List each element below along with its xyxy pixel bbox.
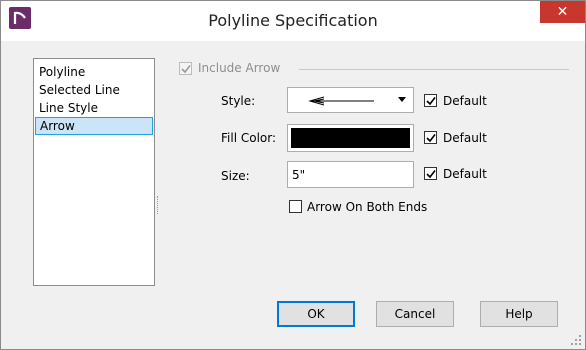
resize-grip-icon[interactable] [569, 333, 583, 347]
color-swatch [291, 128, 410, 148]
window-title: Polyline Specification [208, 11, 378, 30]
fill-color-label: Fill Color: [221, 131, 277, 145]
both-ends-label: Arrow On Both Ends [307, 200, 428, 214]
checkmark-icon [181, 65, 191, 74]
checkmark-icon [426, 134, 436, 143]
close-button[interactable]: ✕ [540, 1, 585, 23]
checkmark-icon [426, 170, 436, 179]
nav-item-arrow[interactable]: Arrow [35, 117, 153, 135]
style-label: Style: [221, 94, 256, 108]
fill-color-default-label: Default [443, 131, 487, 145]
nav-item-selected-line[interactable]: Selected Line [35, 81, 153, 99]
size-label: Size: [221, 169, 250, 183]
include-arrow-label: Include Arrow [198, 61, 281, 75]
both-ends-checkbox[interactable] [289, 200, 302, 213]
ok-button[interactable]: OK [277, 301, 355, 327]
dialog-window: Polyline Specification ✕ Polyline Select… [0, 0, 586, 350]
nav-item-line-style[interactable]: Line Style [35, 99, 153, 117]
fill-color-default-checkbox[interactable] [424, 131, 437, 144]
help-button[interactable]: Help [480, 301, 558, 327]
size-input[interactable] [287, 161, 414, 188]
cancel-button[interactable]: Cancel [376, 301, 454, 327]
style-default-label: Default [443, 94, 487, 108]
checkmark-icon [426, 97, 436, 106]
category-list[interactable]: Polyline Selected Line Line Style Arrow [33, 58, 155, 286]
size-default-label: Default [443, 167, 487, 181]
style-default-checkbox[interactable] [424, 94, 437, 107]
chevron-down-icon [398, 97, 406, 102]
close-icon: ✕ [556, 4, 569, 20]
arrow-style-select[interactable] [287, 87, 414, 113]
arrow-line-icon [308, 96, 374, 106]
nav-item-polyline[interactable]: Polyline [35, 63, 153, 81]
title-bar: Polyline Specification ✕ [1, 1, 585, 41]
size-default-checkbox[interactable] [424, 167, 437, 180]
panel-splitter[interactable] [157, 196, 160, 214]
group-divider [299, 69, 569, 70]
include-arrow-checkbox[interactable] [179, 62, 192, 75]
fill-color-button[interactable] [287, 124, 414, 152]
